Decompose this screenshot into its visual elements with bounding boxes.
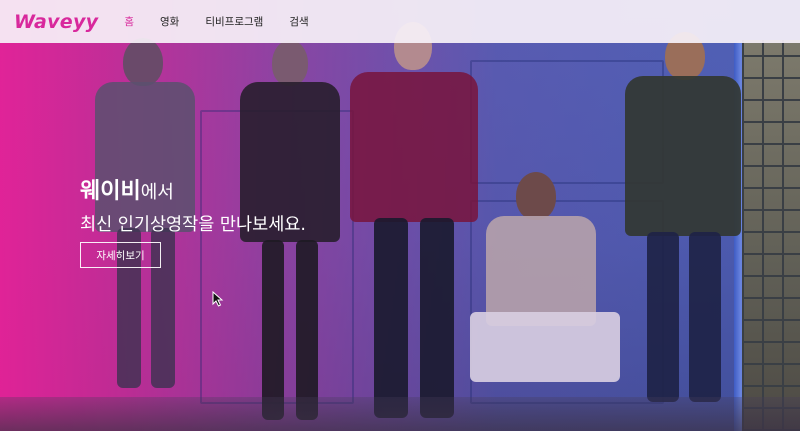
ground <box>0 397 800 431</box>
nav-item-tv-programs[interactable]: 티비프로그램 <box>205 14 263 29</box>
view-details-button[interactable]: 자세히보기 <box>80 242 161 268</box>
top-navbar: Waveyy 홈 영화 티비프로그램 검색 <box>0 0 800 43</box>
nav-item-home[interactable]: 홈 <box>124 14 134 29</box>
hero-title-rest: 에서 <box>140 182 174 203</box>
brick-wall <box>742 40 800 431</box>
main-nav: 홈 영화 티비프로그램 검색 <box>124 14 334 29</box>
nav-item-search[interactable]: 검색 <box>289 14 308 29</box>
nav-item-movies[interactable]: 영화 <box>160 14 179 29</box>
mouse-pointer-icon <box>212 291 224 307</box>
site-logo[interactable]: Waveyy <box>14 11 98 33</box>
hero-title-brand: 웨이비 <box>80 179 141 204</box>
hero-text: 웨이비에서 최신 인기상영작을 만나보세요. <box>80 178 306 236</box>
hero-subtitle: 최신 인기상영작을 만나보세요. <box>80 215 306 235</box>
hero-title: 웨이비에서 <box>80 178 306 206</box>
